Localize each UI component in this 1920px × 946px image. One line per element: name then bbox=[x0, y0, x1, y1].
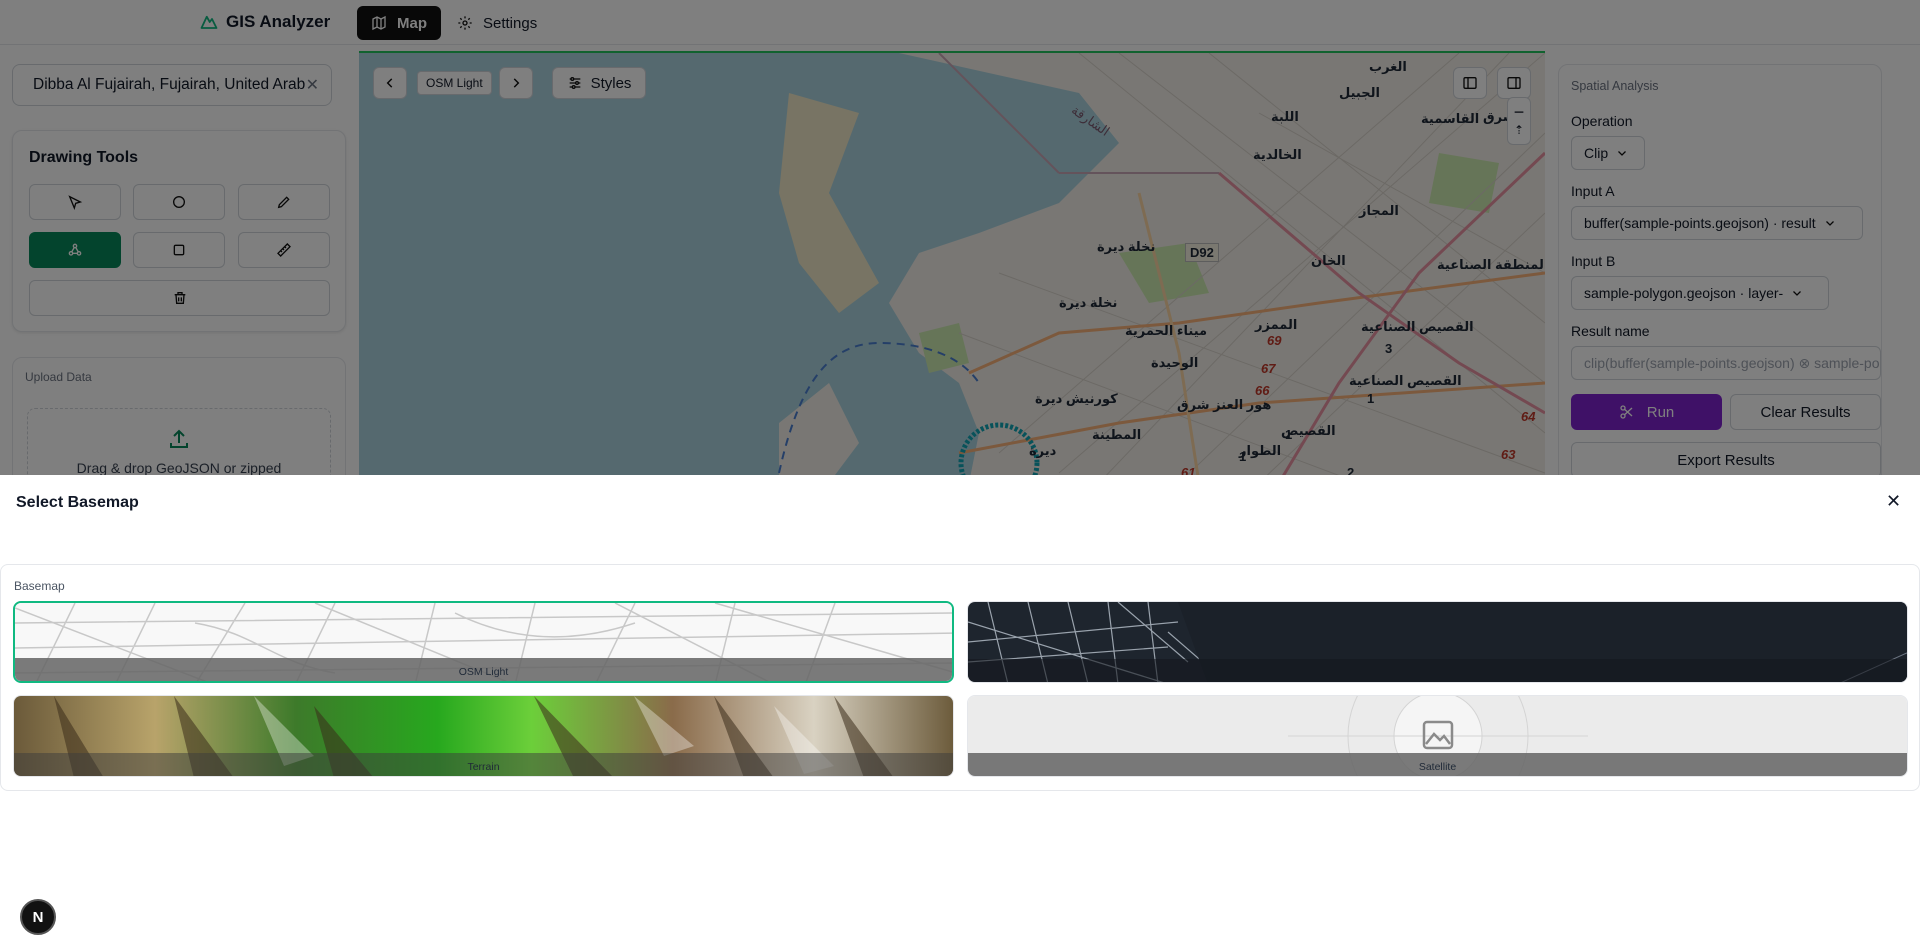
basemap-section-label: Basemap bbox=[14, 579, 65, 593]
basemap-option-dark[interactable] bbox=[967, 601, 1908, 683]
basemap-section: Basemap OSM Light Terrain Satellite bbox=[0, 564, 1920, 791]
basemap-option-label: OSM Light bbox=[15, 658, 952, 681]
basemap-option-osm-light[interactable]: OSM Light bbox=[13, 601, 954, 683]
select-basemap-sheet: Select Basemap ✕ Basemap OSM Light Terra… bbox=[0, 475, 1920, 946]
sheet-title: Select Basemap bbox=[16, 494, 139, 511]
basemap-option-label: Terrain bbox=[14, 753, 953, 776]
modal-backdrop[interactable] bbox=[0, 0, 1920, 475]
basemap-option-label bbox=[968, 659, 1907, 682]
basemap-option-terrain[interactable]: Terrain bbox=[13, 695, 954, 777]
dev-tools-badge[interactable]: N bbox=[20, 899, 56, 935]
close-icon[interactable]: ✕ bbox=[1886, 491, 1901, 512]
basemap-option-label: Satellite bbox=[968, 753, 1907, 776]
basemap-option-satellite[interactable]: Satellite bbox=[967, 695, 1908, 777]
